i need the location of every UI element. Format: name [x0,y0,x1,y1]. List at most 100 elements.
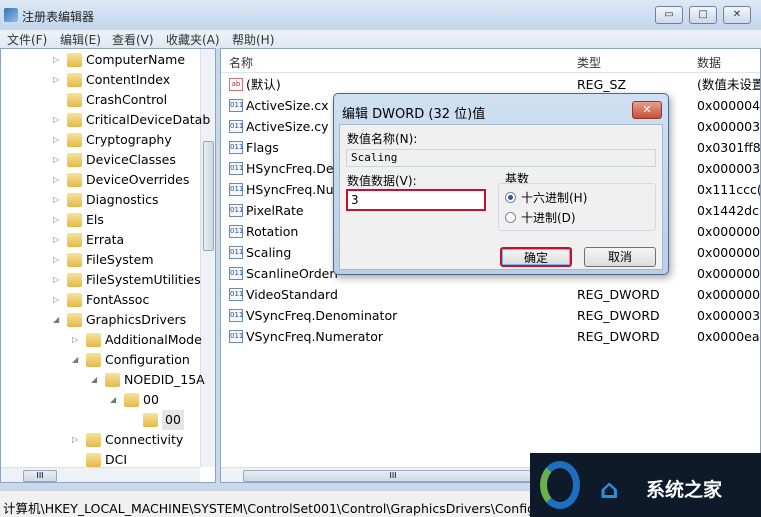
watermark-text: 系统之家 [646,479,723,501]
expand-arrow-icon[interactable]: ▷ [53,290,61,310]
menu-help[interactable]: 帮助(H) [232,31,274,48]
dialog-close-button[interactable]: ✕ [632,101,662,119]
expand-arrow-icon[interactable]: ▷ [53,130,61,150]
tree-node[interactable]: ▷ ContentIndex [1,70,200,90]
dword-value-icon: 011 [229,162,243,175]
folder-icon [67,93,82,107]
value-name: HSyncFreq.Den [246,161,342,176]
column-header-name[interactable]: 名称 [229,54,253,71]
value-data: (数值未设置) [697,77,760,92]
folder-icon [86,353,101,367]
tree-node[interactable]: ▷ FontAssoc [1,290,200,310]
value-name: (默认) [246,77,281,92]
hex-label[interactable]: 十六进制(H) [521,189,587,206]
expand-arrow-icon[interactable]: ▷ [53,190,61,210]
scroll-thumb[interactable]: III [243,470,543,482]
value-name: VSyncFreq.Numerator [246,329,384,344]
tree-node[interactable]: ▷ DeviceOverrides [1,170,200,190]
collapse-arrow-icon[interactable]: ◢ [72,350,80,370]
ok-button[interactable]: 确定 [500,247,572,267]
dword-value-icon: 011 [229,246,243,259]
expand-arrow-icon[interactable]: ▷ [53,270,61,290]
decimal-radio[interactable] [505,212,516,223]
value-data: 0x000003 [697,161,761,176]
folder-icon [67,293,82,307]
dword-value-icon: 011 [229,120,243,133]
tree-node-label: GraphicsDrivers [86,312,187,327]
menu-file[interactable]: 文件(F) [7,31,47,48]
decimal-label[interactable]: 十进制(D) [521,209,576,226]
minimize-button[interactable]: ▭ [655,6,683,24]
tree-node[interactable]: ▷ FileSystemUtilities [1,270,201,290]
column-header-data[interactable]: 数据 [697,54,721,71]
tree-node[interactable]: ▷ AdditionalMode [1,330,202,350]
tree-node-label: Diagnostics [86,192,159,207]
tree-node[interactable]: 00 [1,410,200,430]
registry-path: 计算机\HKEY_LOCAL_MACHINE\SYSTEM\ControlSet… [3,501,561,516]
tree-node[interactable]: ▷ Els [1,210,200,230]
scroll-thumb[interactable]: III [23,470,57,482]
tree-node[interactable]: DCI [1,450,200,470]
expand-arrow-icon[interactable]: ▷ [53,250,61,270]
tree-node[interactable]: ▷ Errata [1,230,200,250]
dword-value-icon: 011 [229,330,243,343]
tree-node[interactable]: CrashControl [1,90,200,110]
expand-arrow-icon[interactable]: ▷ [72,330,80,350]
collapse-arrow-icon[interactable]: ◢ [53,310,61,330]
list-header: 名称 类型 数据 [221,49,760,73]
hex-radio[interactable] [505,192,516,203]
tree-node[interactable]: ◢ NOEDID_15A [1,370,205,390]
tree-node-label: DCI [105,452,128,467]
menu-view[interactable]: 查看(V) [112,31,154,48]
column-header-type[interactable]: 类型 [577,54,601,71]
registry-tree[interactable]: III ▷ ComputerName ▷ ContentIndex CrashContr… [0,48,216,483]
tree-node[interactable]: ◢ 00 [1,390,200,410]
menu-edit[interactable]: 编辑(E) [60,31,101,48]
tree-node[interactable]: ▷ Diagnostics [1,190,200,210]
tree-node[interactable]: ◢ Configuration [1,350,200,370]
value-name: ActiveSize.cy [246,119,329,134]
value-name: PixelRate [246,203,304,218]
cancel-button[interactable]: 取消 [584,247,656,267]
base-group: 十六进制(H) 十进制(D) [498,183,656,231]
folder-icon [86,453,101,467]
tree-node-label: ComputerName [86,52,186,67]
tree-node-label: Configuration [105,352,190,367]
tree-node[interactable]: ▷ FileSystem [1,250,200,270]
expand-arrow-icon[interactable]: ▷ [53,230,61,250]
value-data-input[interactable]: 3 [346,189,486,211]
expand-arrow-icon[interactable]: ▷ [72,430,80,450]
expand-arrow-icon[interactable]: ▷ [53,110,61,130]
tree-node[interactable]: ▷ ComputerName [1,50,200,70]
list-row[interactable]: ab(默认) REG_SZ (数值未设置) [221,74,760,95]
maximize-button[interactable]: □ [689,6,717,24]
tree-node[interactable]: ▷ Connectivity [1,430,200,450]
folder-icon [143,413,158,427]
collapse-arrow-icon[interactable]: ◢ [91,370,99,390]
tree-node[interactable]: ▷ DeviceClasses [1,150,200,170]
scroll-thumb[interactable] [203,141,214,251]
value-data: 0x000000 [697,266,761,281]
dword-value-icon: 011 [229,204,243,217]
expand-arrow-icon[interactable]: ▷ [53,210,61,230]
list-row[interactable]: 011 VideoStandard REG_DWORD 0x000000 [221,284,760,305]
list-row[interactable]: 011 VSyncFreq.Denominator REG_DWORD 0x00000… [221,305,760,326]
expand-arrow-icon[interactable]: ▷ [53,150,61,170]
close-button[interactable]: ✕ [723,6,751,24]
tree-node[interactable]: ◢ GraphicsDrivers [1,310,200,330]
menu-favorites[interactable]: 收藏夹(A) [166,31,220,48]
value-name-field: Scaling [346,149,656,167]
expand-arrow-icon[interactable]: ▷ [53,50,61,70]
tree-node-label: AdditionalMode [105,332,202,347]
tree-node-label: Els [86,212,104,227]
tree-node[interactable]: ▷ Cryptography [1,130,200,150]
expand-arrow-icon[interactable]: ▷ [53,170,61,190]
folder-icon [105,373,120,387]
expand-arrow-icon[interactable]: ▷ [53,70,61,90]
tree-node-label: 00 [143,392,159,407]
list-row[interactable]: 011 VSyncFreq.Numerator REG_DWORD 0x0000ea [221,326,760,347]
collapse-arrow-icon[interactable]: ◢ [110,390,118,410]
tree-node[interactable]: ▷ CriticalDeviceDatab [1,110,210,130]
folder-icon [67,193,82,207]
value-data: 0x000003 [697,119,761,134]
